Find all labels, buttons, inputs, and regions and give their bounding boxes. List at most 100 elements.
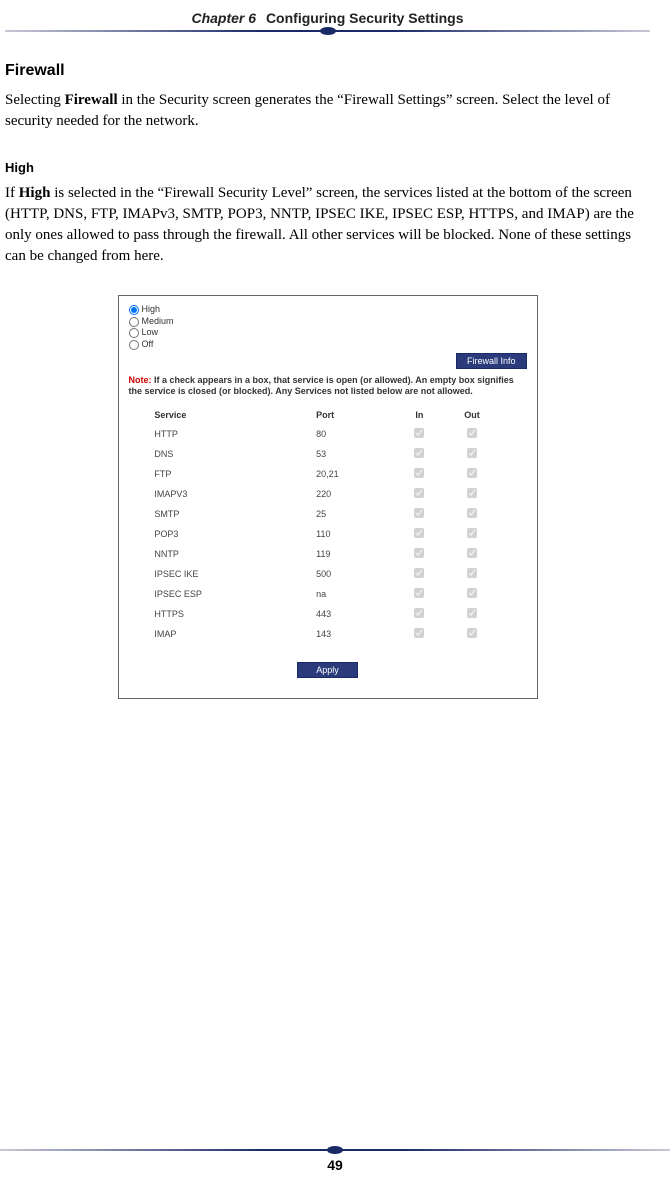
note-label: Note:	[129, 375, 152, 385]
cell-port: 80	[314, 424, 397, 444]
cell-out	[441, 444, 502, 464]
cell-port: 53	[314, 444, 397, 464]
checkbox-in	[414, 428, 424, 438]
radio-low-label: Low	[142, 327, 159, 339]
cell-service: SMTP	[152, 504, 314, 524]
chapter-number: Chapter 6	[191, 10, 256, 26]
cell-port: 110	[314, 524, 397, 544]
checkbox-out	[467, 528, 477, 538]
radio-low[interactable]	[129, 328, 139, 338]
table-row: FTP20,21	[152, 464, 502, 484]
cell-out	[441, 464, 502, 484]
cell-out	[441, 484, 502, 504]
th-out: Out	[441, 406, 502, 424]
table-row: IMAPV3220	[152, 484, 502, 504]
radio-medium[interactable]	[129, 317, 139, 327]
table-row: NNTP119	[152, 544, 502, 564]
checkbox-out	[467, 428, 477, 438]
radio-medium-label: Medium	[142, 316, 174, 328]
header-rule	[5, 30, 650, 32]
checkbox-out	[467, 448, 477, 458]
checkbox-in	[414, 528, 424, 538]
checkbox-in	[414, 508, 424, 518]
checkbox-in	[414, 448, 424, 458]
table-row: HTTP80	[152, 424, 502, 444]
table-row: IPSEC IKE500	[152, 564, 502, 584]
cell-in	[397, 504, 441, 524]
table-row: IPSEC ESPna	[152, 584, 502, 604]
cell-in	[397, 444, 441, 464]
table-row: HTTPS443	[152, 604, 502, 624]
radio-high[interactable]	[129, 305, 139, 315]
table-row: POP3110	[152, 524, 502, 544]
section-heading-high: High	[5, 160, 650, 175]
services-table: Service Port In Out HTTP80DNS53FTP20,21I…	[152, 406, 502, 644]
cell-out	[441, 524, 502, 544]
cell-out	[441, 424, 502, 444]
radio-high-label: High	[142, 304, 161, 316]
checkbox-out	[467, 488, 477, 498]
th-service: Service	[152, 406, 314, 424]
cell-in	[397, 624, 441, 644]
checkbox-out	[467, 508, 477, 518]
cell-in	[397, 464, 441, 484]
checkbox-out	[467, 548, 477, 558]
checkbox-out	[467, 588, 477, 598]
cell-in	[397, 584, 441, 604]
cell-service: POP3	[152, 524, 314, 544]
cell-port: 25	[314, 504, 397, 524]
page-number: 49	[0, 1157, 670, 1173]
cell-port: 143	[314, 624, 397, 644]
checkbox-in	[414, 468, 424, 478]
radio-off[interactable]	[129, 340, 139, 350]
security-level-radios: High Medium Low Off	[129, 304, 527, 351]
page-footer: 49	[0, 1149, 670, 1173]
checkbox-in	[414, 548, 424, 558]
cell-out	[441, 584, 502, 604]
table-row: IMAP143	[152, 624, 502, 644]
cell-in	[397, 604, 441, 624]
apply-button[interactable]: Apply	[297, 662, 358, 678]
section-heading-firewall: Firewall	[5, 62, 650, 80]
cell-in	[397, 424, 441, 444]
footer-rule	[0, 1149, 670, 1151]
high-paragraph: If High is selected in the “Firewall Sec…	[5, 183, 650, 267]
cell-port: 20,21	[314, 464, 397, 484]
table-row: DNS53	[152, 444, 502, 464]
firewall-paragraph: Selecting Firewall in the Security scree…	[5, 90, 650, 132]
radio-off-label: Off	[142, 339, 154, 351]
cell-out	[441, 504, 502, 524]
checkbox-out	[467, 468, 477, 478]
checkbox-out	[467, 628, 477, 638]
cell-service: DNS	[152, 444, 314, 464]
checkbox-in	[414, 568, 424, 578]
th-port: Port	[314, 406, 397, 424]
cell-service: IPSEC IKE	[152, 564, 314, 584]
note-text: Note: If a check appears in a box, that …	[129, 375, 527, 397]
checkbox-in	[414, 628, 424, 638]
cell-in	[397, 564, 441, 584]
cell-port: 220	[314, 484, 397, 504]
cell-port: na	[314, 584, 397, 604]
cell-service: IMAP	[152, 624, 314, 644]
cell-port: 119	[314, 544, 397, 564]
cell-port: 500	[314, 564, 397, 584]
cell-service: HTTP	[152, 424, 314, 444]
th-in: In	[397, 406, 441, 424]
cell-in	[397, 544, 441, 564]
cell-service: IMAPV3	[152, 484, 314, 504]
cell-out	[441, 544, 502, 564]
cell-service: IPSEC ESP	[152, 584, 314, 604]
cell-out	[441, 564, 502, 584]
cell-service: HTTPS	[152, 604, 314, 624]
checkbox-out	[467, 608, 477, 618]
cell-out	[441, 624, 502, 644]
checkbox-in	[414, 588, 424, 598]
cell-service: FTP	[152, 464, 314, 484]
chapter-title: Configuring Security Settings	[266, 10, 464, 26]
firewall-screenshot: High Medium Low Off Firewall Info Note: …	[118, 295, 538, 699]
cell-service: NNTP	[152, 544, 314, 564]
cell-in	[397, 484, 441, 504]
cell-in	[397, 524, 441, 544]
firewall-info-button[interactable]: Firewall Info	[456, 353, 527, 369]
